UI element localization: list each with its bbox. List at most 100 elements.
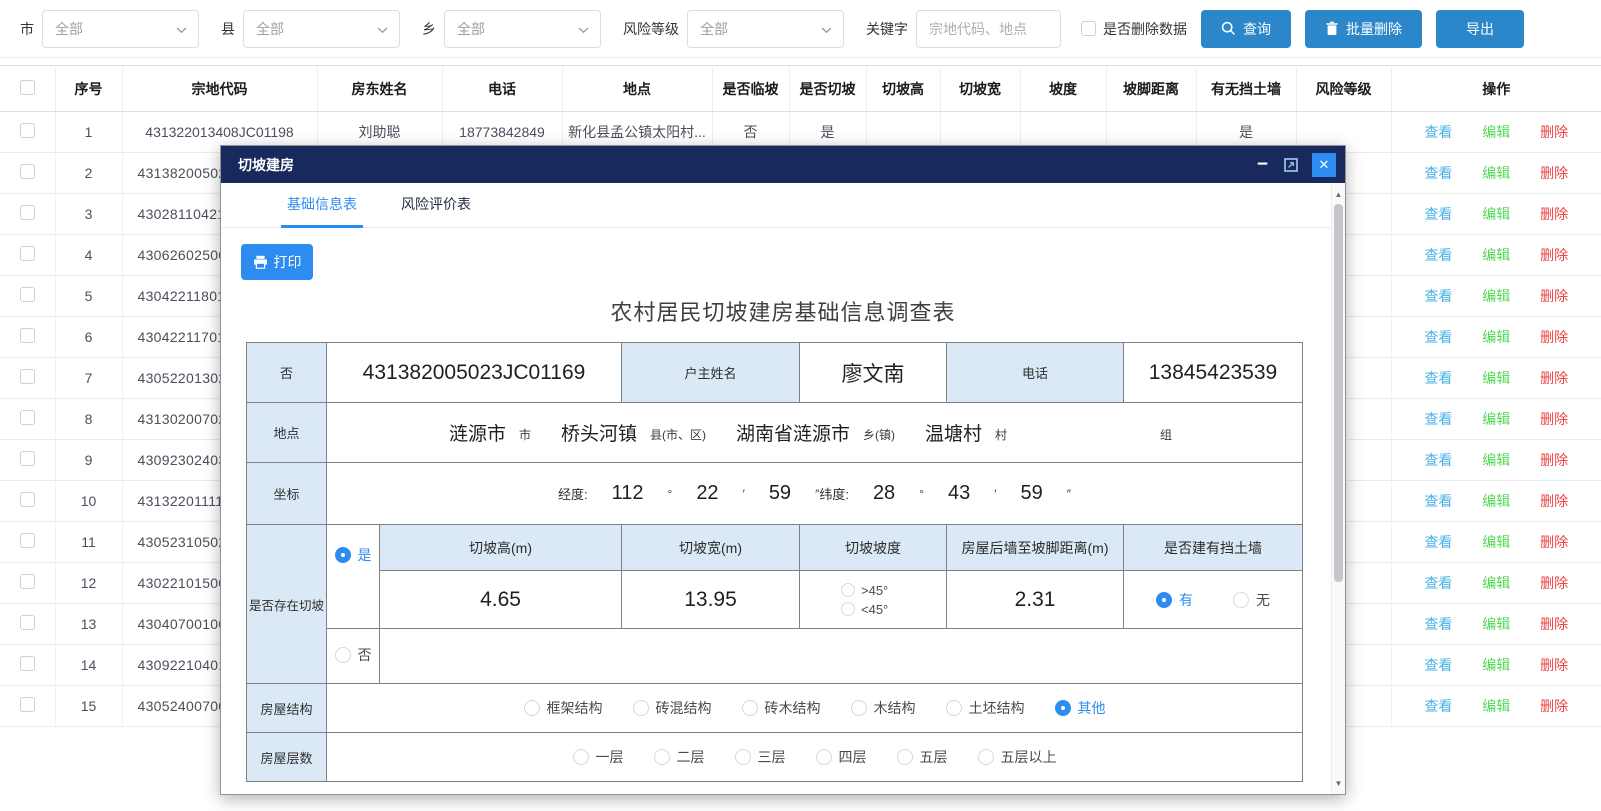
maximize-icon[interactable] [1283,157,1299,173]
row-checkbox[interactable] [20,164,35,179]
delete-link[interactable]: 删除 [1540,124,1568,140]
county-select[interactable]: 全部 [243,10,400,48]
view-link[interactable]: 查看 [1424,370,1452,386]
edit-link[interactable]: 编辑 [1482,411,1510,427]
view-link[interactable]: 查看 [1424,329,1452,345]
cut-slope-no-radio[interactable]: 否 [335,645,372,665]
delete-link[interactable]: 删除 [1540,493,1568,509]
edit-link[interactable]: 编辑 [1482,206,1510,222]
tab-basic-info[interactable]: 基础信息表 [287,194,357,227]
row-checkbox[interactable] [20,369,35,384]
delete-link[interactable]: 删除 [1540,165,1568,181]
wall-no-radio[interactable]: 无 [1233,590,1270,610]
delete-link[interactable]: 删除 [1540,534,1568,550]
view-link[interactable]: 查看 [1424,206,1452,222]
row-checkbox[interactable] [20,451,35,466]
view-link[interactable]: 查看 [1424,698,1452,714]
delete-link[interactable]: 删除 [1540,575,1568,591]
row-checkbox[interactable] [20,533,35,548]
city-select[interactable]: 全部 [42,10,199,48]
township-select[interactable]: 全部 [444,10,601,48]
query-button[interactable]: 查询 [1201,10,1291,48]
view-link[interactable]: 查看 [1424,124,1452,140]
select-all-checkbox[interactable] [20,80,35,95]
radio-option[interactable]: 五层 [897,747,948,767]
edit-link[interactable]: 编辑 [1482,165,1510,181]
row-checkbox[interactable] [20,656,35,671]
view-link[interactable]: 查看 [1424,288,1452,304]
cut-slope-yes-radio[interactable]: 是 [335,545,372,565]
row-checkbox[interactable] [20,574,35,589]
view-link[interactable]: 查看 [1424,534,1452,550]
radio-option[interactable]: 砖木结构 [742,698,821,718]
print-button[interactable]: 打印 [241,244,313,280]
delete-link[interactable]: 删除 [1540,329,1568,345]
edit-link[interactable]: 编辑 [1482,124,1510,140]
delete-link[interactable]: 删除 [1540,698,1568,714]
view-link[interactable]: 查看 [1424,575,1452,591]
row-checkbox[interactable] [20,287,35,302]
edit-link[interactable]: 编辑 [1482,534,1510,550]
radio-option[interactable]: 木结构 [851,698,916,718]
modal-title-bar[interactable]: 切坡建房 − ✕ [221,146,1345,183]
radio-option[interactable]: 四层 [816,747,867,767]
view-link[interactable]: 查看 [1424,493,1452,509]
risk-level-select[interactable]: 全部 [687,10,844,48]
edit-link[interactable]: 编辑 [1482,247,1510,263]
view-link[interactable]: 查看 [1424,165,1452,181]
row-checkbox[interactable] [20,246,35,261]
edit-link[interactable]: 编辑 [1482,657,1510,673]
close-icon[interactable]: ✕ [1312,153,1336,177]
radio-option[interactable]: 框架结构 [524,698,603,718]
view-link[interactable]: 查看 [1424,657,1452,673]
delete-link[interactable]: 删除 [1540,657,1568,673]
edit-link[interactable]: 编辑 [1482,616,1510,632]
delete-link[interactable]: 删除 [1540,452,1568,468]
view-link[interactable]: 查看 [1424,411,1452,427]
row-checkbox[interactable] [20,697,35,712]
edit-link[interactable]: 编辑 [1482,575,1510,591]
edit-link[interactable]: 编辑 [1482,452,1510,468]
edit-link[interactable]: 编辑 [1482,370,1510,386]
view-link[interactable]: 查看 [1424,247,1452,263]
radio-option[interactable]: 五层以上 [978,747,1057,767]
row-checkbox[interactable] [20,328,35,343]
radio-option[interactable]: 一层 [573,747,624,767]
edit-link[interactable]: 编辑 [1482,288,1510,304]
delete-link[interactable]: 删除 [1540,288,1568,304]
minimize-icon[interactable]: − [1255,155,1270,174]
slope-gt45-radio[interactable]: >45° [841,583,888,598]
tab-risk-evaluation[interactable]: 风险评价表 [401,194,471,227]
keyword-input[interactable] [916,10,1061,48]
delete-link[interactable]: 删除 [1540,370,1568,386]
radio-option[interactable]: 砖混结构 [633,698,712,718]
row-checkbox[interactable] [20,615,35,630]
slope-lt45-radio[interactable]: <45° [841,602,888,617]
radio-option[interactable]: 二层 [654,747,705,767]
wall-yes-radio[interactable]: 有 [1156,590,1193,610]
export-button[interactable]: 导出 [1436,10,1524,48]
delete-link[interactable]: 删除 [1540,616,1568,632]
radio-option[interactable]: 土坯结构 [946,698,1025,718]
delete-link[interactable]: 删除 [1540,411,1568,427]
radio-option[interactable]: 其他 [1055,698,1106,718]
row-checkbox[interactable] [20,123,35,138]
radio-option[interactable]: 三层 [735,747,786,767]
scrollbar-thumb[interactable] [1334,204,1343,582]
edit-link[interactable]: 编辑 [1482,698,1510,714]
row-checkbox[interactable] [20,205,35,220]
view-link[interactable]: 查看 [1424,616,1452,632]
arrow-up-icon[interactable]: ▲ [1332,186,1345,202]
deleted-data-checkbox-group[interactable]: 是否删除数据 [1081,19,1187,39]
delete-link[interactable]: 删除 [1540,206,1568,222]
row-checkbox[interactable] [20,492,35,507]
edit-link[interactable]: 编辑 [1482,493,1510,509]
delete-link[interactable]: 删除 [1540,247,1568,263]
modal-scrollbar[interactable]: ▲ ▼ [1331,183,1345,794]
view-link[interactable]: 查看 [1424,452,1452,468]
row-checkbox[interactable] [20,410,35,425]
batch-delete-button[interactable]: 批量删除 [1305,10,1422,48]
arrow-down-icon[interactable]: ▼ [1332,775,1345,791]
deleted-data-checkbox[interactable] [1081,21,1096,36]
edit-link[interactable]: 编辑 [1482,329,1510,345]
